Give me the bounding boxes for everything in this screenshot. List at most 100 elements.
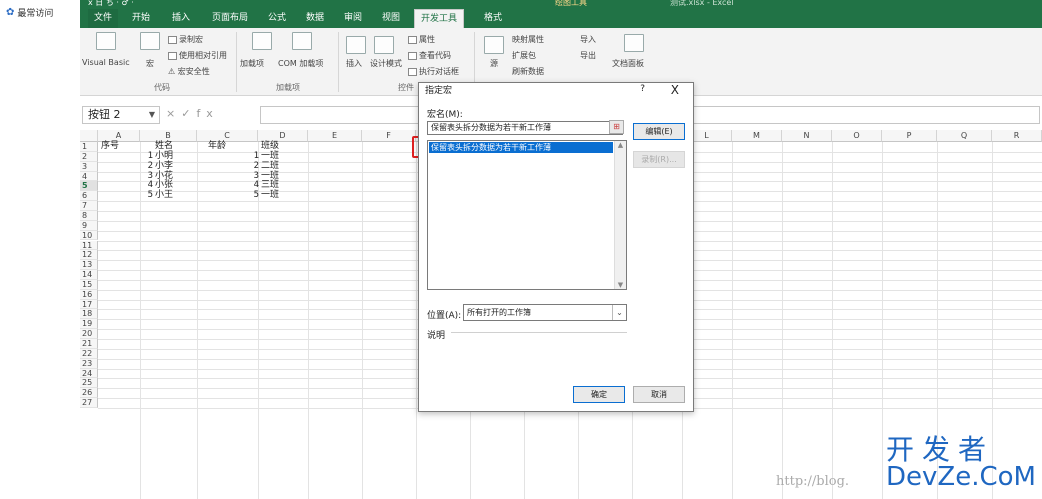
- row-header[interactable]: 6: [80, 191, 98, 202]
- cell[interactable]: 5: [197, 191, 259, 200]
- row-header[interactable]: 22: [80, 348, 98, 359]
- import-button[interactable]: 导入: [580, 34, 596, 45]
- row-header[interactable]: 11: [80, 240, 98, 251]
- column-header[interactable]: P: [882, 130, 937, 142]
- cell[interactable]: 小李: [155, 161, 173, 171]
- scrollbar[interactable]: ▲ ▼: [614, 141, 626, 289]
- edit-button[interactable]: 编辑(E): [633, 123, 685, 140]
- row-header[interactable]: 13: [80, 260, 98, 271]
- addins-button[interactable]: 加载项: [240, 58, 264, 69]
- view-code-button[interactable]: 查看代码: [408, 50, 451, 61]
- range-picker-icon[interactable]: ⊞: [609, 120, 624, 134]
- quick-access-item[interactable]: ✿ 最常访问: [6, 6, 53, 19]
- row-header[interactable]: 1: [80, 142, 98, 152]
- tab-developer[interactable]: 开发工具: [414, 9, 465, 28]
- row-header[interactable]: 2: [80, 151, 98, 162]
- row-header[interactable]: 26: [80, 388, 98, 399]
- row-header[interactable]: 17: [80, 299, 98, 310]
- cell[interactable]: 3: [197, 171, 259, 181]
- row-header[interactable]: 4: [80, 171, 98, 182]
- tab-file[interactable]: 文件: [88, 9, 119, 28]
- cell[interactable]: 3: [98, 171, 153, 181]
- cell[interactable]: 小明: [155, 151, 173, 161]
- row-header[interactable]: 10: [80, 230, 98, 241]
- column-header[interactable]: N: [782, 130, 832, 142]
- tab-page-layout[interactable]: 页面布局: [206, 9, 254, 28]
- macro-security-button[interactable]: ⚠ 宏安全性: [168, 66, 210, 77]
- column-header[interactable]: O: [832, 130, 882, 142]
- row-header[interactable]: 7: [80, 201, 98, 211]
- tab-format[interactable]: 格式: [478, 9, 508, 28]
- record-macro-button[interactable]: 录制宏: [168, 34, 203, 45]
- quick-access-toolbar[interactable]: x 日 ち · ♂ ·: [88, 0, 134, 8]
- cell[interactable]: 一班: [261, 191, 279, 200]
- column-header[interactable]: Q: [937, 130, 992, 142]
- row-header[interactable]: 27: [80, 398, 98, 408]
- cell[interactable]: 4: [197, 181, 259, 190]
- cell[interactable]: 5: [98, 191, 153, 200]
- xml-source-button[interactable]: 源: [490, 58, 498, 69]
- column-header[interactable]: C: [197, 130, 258, 142]
- map-properties-button[interactable]: 映射属性: [512, 34, 544, 45]
- tab-view[interactable]: 视图: [376, 9, 406, 28]
- column-header[interactable]: R: [992, 130, 1042, 142]
- run-dialog-button[interactable]: 执行对话框: [408, 66, 459, 77]
- com-addins-button[interactable]: COM 加载项: [278, 58, 323, 69]
- cell[interactable]: 序号: [101, 142, 119, 151]
- macro-name-field[interactable]: 保留表头拆分数据为若干新工作薄: [427, 121, 623, 135]
- design-mode-button[interactable]: 设计模式: [370, 58, 402, 69]
- row-header[interactable]: 16: [80, 289, 98, 300]
- cancel-button[interactable]: 取消: [633, 386, 685, 403]
- cell[interactable]: 一班: [261, 151, 279, 161]
- cell[interactable]: 2: [197, 161, 259, 171]
- tab-insert[interactable]: 插入: [166, 9, 196, 28]
- column-header[interactable]: E: [308, 130, 362, 142]
- document-panel-button[interactable]: 文档面板: [612, 58, 644, 69]
- help-button[interactable]: ?: [640, 84, 645, 94]
- row-header[interactable]: 21: [80, 339, 98, 349]
- row-header[interactable]: 12: [80, 250, 98, 261]
- cell[interactable]: 4: [98, 181, 153, 190]
- cell[interactable]: 1: [197, 151, 259, 161]
- row-header[interactable]: 3: [80, 161, 98, 172]
- tab-review[interactable]: 审阅: [338, 9, 368, 28]
- macros-button[interactable]: 宏: [146, 58, 154, 69]
- cell[interactable]: 小王: [155, 191, 173, 200]
- record-button[interactable]: 录制(R)...: [633, 151, 685, 168]
- cell[interactable]: 2: [98, 161, 153, 171]
- chevron-down-icon[interactable]: ▼: [149, 107, 155, 123]
- cell[interactable]: 年龄: [208, 142, 226, 151]
- relative-ref-button[interactable]: 使用相对引用: [168, 50, 227, 61]
- row-header[interactable]: 18: [80, 309, 98, 320]
- visual-basic-button[interactable]: Visual Basic: [82, 58, 130, 67]
- row-header[interactable]: 20: [80, 329, 98, 339]
- column-header[interactable]: F: [362, 130, 416, 142]
- refresh-data-button[interactable]: 刷新数据: [512, 66, 544, 77]
- ok-button[interactable]: 确定: [573, 386, 625, 403]
- row-header[interactable]: 24: [80, 368, 98, 379]
- properties-button[interactable]: 属性: [408, 34, 435, 45]
- row-header[interactable]: 14: [80, 270, 98, 280]
- row-header[interactable]: 23: [80, 358, 98, 369]
- chevron-down-icon[interactable]: ⌄: [612, 305, 626, 320]
- column-header[interactable]: M: [732, 130, 782, 142]
- tab-home[interactable]: 开始: [126, 9, 156, 28]
- cancel-icon[interactable]: ×: [166, 107, 181, 120]
- scroll-up-icon[interactable]: ▲: [615, 141, 626, 149]
- macro-list[interactable]: 保留表头拆分数据为若干新工作薄 ▲ ▼: [427, 140, 627, 290]
- cell[interactable]: 1: [98, 151, 153, 161]
- cell[interactable]: 班级: [261, 142, 279, 151]
- close-icon[interactable]: X: [671, 83, 679, 97]
- list-item[interactable]: 保留表头拆分数据为若干新工作薄: [429, 142, 613, 153]
- select-all-corner[interactable]: [80, 130, 98, 142]
- insert-control-button[interactable]: 插入: [346, 58, 362, 69]
- scroll-down-icon[interactable]: ▼: [615, 281, 626, 289]
- row-header[interactable]: 19: [80, 319, 98, 330]
- row-header[interactable]: 9: [80, 220, 98, 231]
- tab-formulas[interactable]: 公式: [262, 9, 292, 28]
- cell[interactable]: 姓名: [155, 142, 173, 151]
- expansion-pack-button[interactable]: 扩展包: [512, 50, 536, 61]
- insert-function-button[interactable]: fx: [196, 107, 218, 120]
- location-select[interactable]: 所有打开的工作簿 ⌄: [463, 304, 627, 321]
- name-box[interactable]: 按钮 2 ▼: [82, 106, 160, 124]
